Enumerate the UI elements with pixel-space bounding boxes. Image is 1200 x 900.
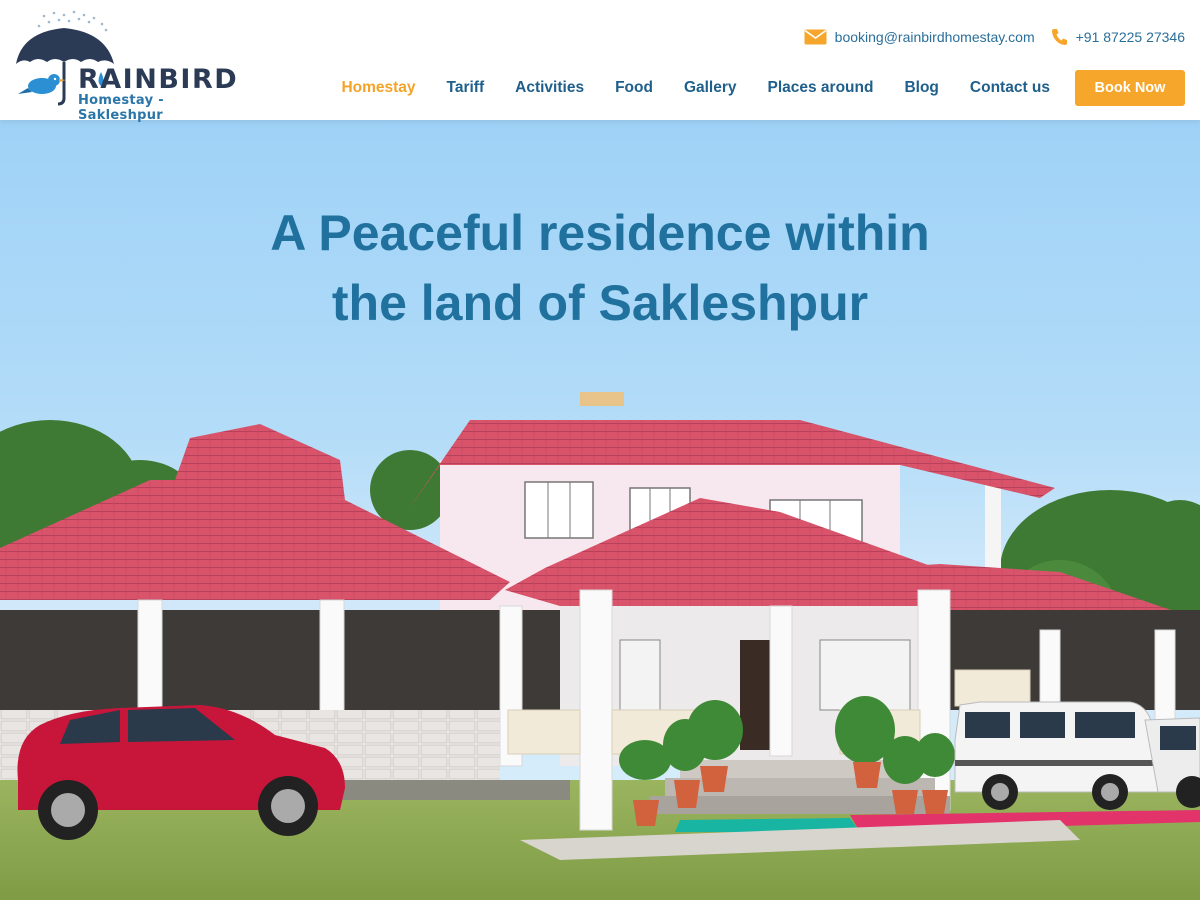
- site-header: RAINBIRD Homestay - Sakleshpur booking@r…: [0, 0, 1200, 123]
- hero-title: A Peaceful residence within the land of …: [0, 198, 1200, 338]
- nav-item-gallery[interactable]: Gallery: [684, 79, 737, 97]
- brand-name: RAINBIRD: [78, 64, 239, 95]
- nav-item-food[interactable]: Food: [615, 79, 653, 97]
- main-nav: Homestay Tariff Activities Food Gallery …: [341, 70, 1185, 106]
- email-link[interactable]: booking@rainbirdhomestay.com: [835, 29, 1035, 45]
- email-contact[interactable]: booking@rainbirdhomestay.com: [804, 29, 1035, 45]
- phone-contact[interactable]: +91 87225 27346: [1051, 28, 1185, 46]
- nav-item-places-around[interactable]: Places around: [768, 79, 874, 97]
- hero-title-line-2: the land of Sakleshpur: [331, 275, 869, 331]
- nav-item-activities[interactable]: Activities: [515, 79, 584, 97]
- brand-logo[interactable]: RAINBIRD Homestay - Sakleshpur: [14, 10, 244, 123]
- hero-title-line-1: A Peaceful residence within: [270, 205, 930, 261]
- bird-icon: [18, 74, 66, 94]
- hero-section: A Peaceful residence within the land of …: [0, 120, 1200, 900]
- nav-item-contact-us[interactable]: Contact us: [970, 79, 1050, 97]
- brand-tagline: Homestay - Sakleshpur: [78, 93, 164, 123]
- book-now-button[interactable]: Book Now: [1075, 70, 1185, 106]
- phone-link[interactable]: +91 87225 27346: [1076, 29, 1185, 45]
- envelope-icon: [804, 29, 827, 45]
- nav-item-blog[interactable]: Blog: [904, 79, 938, 97]
- nav-item-tariff[interactable]: Tariff: [447, 79, 485, 97]
- phone-icon: [1051, 29, 1067, 45]
- nav-item-homestay[interactable]: Homestay: [341, 79, 415, 97]
- contact-bar: booking@rainbirdhomestay.com +91 87225 2…: [804, 26, 1185, 48]
